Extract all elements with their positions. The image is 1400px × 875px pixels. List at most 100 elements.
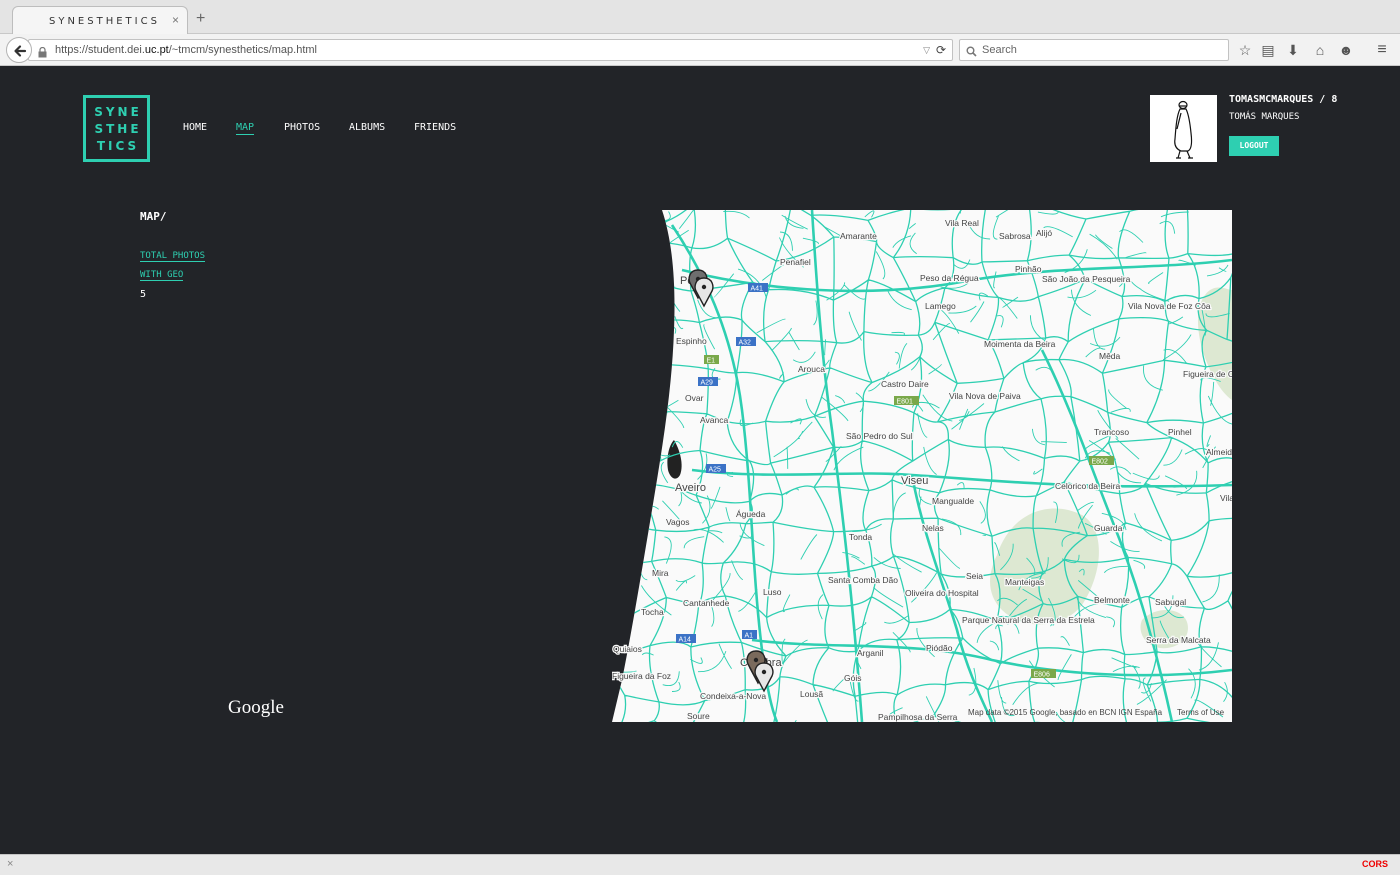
map-terms-link[interactable]: Terms of Use bbox=[1177, 708, 1224, 717]
lock-icon bbox=[38, 45, 47, 63]
map-label: Pampilhosa da Serra bbox=[878, 712, 958, 722]
hello-chat-icon[interactable]: ☻ bbox=[1337, 41, 1355, 59]
browser-tab-bar: SYNESTHETICS × + bbox=[0, 0, 1400, 35]
search-icon bbox=[966, 44, 977, 62]
stats-label-with-geo[interactable]: WITH GEO bbox=[140, 270, 184, 281]
map-label: Quiaios bbox=[613, 644, 642, 654]
url-path: /~tmcm/synesthetics/map.html bbox=[168, 44, 317, 56]
map-label: Serra da Malcata bbox=[1146, 635, 1211, 645]
tab-title: SYNESTHETICS bbox=[49, 16, 160, 27]
map-label: Seia bbox=[966, 571, 983, 581]
logo-line: STHE bbox=[94, 122, 142, 136]
search-bar[interactable]: Search bbox=[959, 39, 1229, 61]
map-label: Vagos bbox=[666, 517, 689, 527]
map-label: Piódão bbox=[926, 643, 953, 653]
search-placeholder: Search bbox=[982, 44, 1017, 56]
map-label: Pinhão bbox=[1015, 264, 1042, 274]
avatar[interactable] bbox=[1150, 95, 1217, 162]
hamburger-menu-icon[interactable]: ≡ bbox=[1373, 41, 1391, 59]
logo-text: SYNE STHE TICS bbox=[86, 104, 147, 155]
road-shield: A14 bbox=[679, 637, 692, 644]
map-label: Mira bbox=[652, 568, 669, 578]
road-shield: E806 bbox=[1034, 672, 1050, 679]
map-label: Vila Nova de Paiva bbox=[949, 391, 1021, 401]
logo-line: TICS bbox=[96, 139, 140, 153]
road-shield: E1 bbox=[707, 358, 716, 365]
map-label: Almeida bbox=[1206, 447, 1232, 457]
road-shield: A29 bbox=[701, 380, 714, 387]
home-icon[interactable]: ⌂ bbox=[1311, 41, 1329, 59]
back-arrow-icon bbox=[14, 45, 27, 57]
url-bar[interactable]: https://student.dei.uc.pt/~tmcm/synesthe… bbox=[28, 39, 953, 61]
map-label: Tonda bbox=[849, 532, 872, 542]
map-label: Alijó bbox=[1036, 228, 1052, 238]
map-label: Mangualde bbox=[932, 496, 974, 506]
browser-status-bar: × CORS bbox=[0, 854, 1400, 875]
map-label: Figueira da Foz bbox=[612, 671, 671, 681]
cors-indicator[interactable]: CORS bbox=[1362, 859, 1388, 869]
map-label: Ovar bbox=[685, 393, 704, 403]
nav-item-map[interactable]: MAP bbox=[236, 122, 255, 135]
map-label: Góis bbox=[844, 673, 861, 683]
nav-item-albums[interactable]: ALBUMS bbox=[349, 122, 385, 133]
tab-close-icon[interactable]: × bbox=[172, 13, 179, 27]
reload-icon[interactable]: ⟳ bbox=[936, 43, 946, 57]
map-label: São Pedro do Sul bbox=[846, 431, 913, 441]
map-label: Condeixa-a-Nova bbox=[700, 691, 766, 701]
stats-label-total-photos[interactable]: TOTAL PHOTOS bbox=[140, 251, 206, 262]
map-label: Vilar bbox=[1220, 493, 1232, 503]
map-label: Pinhel bbox=[1168, 427, 1192, 437]
road-shield: E801 bbox=[897, 399, 913, 406]
map-label: Cantanhede bbox=[683, 598, 730, 608]
map-label: Sabrosa bbox=[999, 231, 1031, 241]
back-button[interactable] bbox=[6, 37, 32, 63]
page-content: SYNE STHE TICS HOME MAP PHOTOS ALBUMS FRIENDS … bbox=[0, 67, 1400, 854]
map-label: Penafiel bbox=[780, 257, 811, 267]
nav-item-home[interactable]: HOME bbox=[183, 122, 207, 133]
map-label: Guarda bbox=[1094, 523, 1123, 533]
url-dropdown-icon[interactable]: ▽ bbox=[923, 45, 930, 56]
map-label: Peso da Régua bbox=[920, 273, 979, 283]
nav-item-photos[interactable]: PHOTOS bbox=[284, 122, 320, 133]
map-label: Santa Comba Dão bbox=[828, 575, 898, 585]
download-icon[interactable]: ⬇ bbox=[1284, 41, 1302, 59]
map-label: Lousã bbox=[800, 689, 823, 699]
nav-item-friends[interactable]: FRIENDS bbox=[414, 122, 456, 133]
url-text: https://student.dei.uc.pt/~tmcm/synesthe… bbox=[55, 44, 317, 56]
road-shield: A41 bbox=[751, 286, 764, 293]
stats-value: 5 bbox=[140, 289, 147, 300]
road-shield: A25 bbox=[709, 467, 722, 474]
map-label: Viseu bbox=[901, 475, 928, 487]
logout-button[interactable]: LOGOUT bbox=[1229, 136, 1279, 156]
road-shield: E802 bbox=[1092, 459, 1108, 466]
map-label: Moimenta da Beira bbox=[984, 339, 1056, 349]
map-label: Lamego bbox=[925, 301, 956, 311]
map-label: Mêda bbox=[1099, 351, 1121, 361]
map-label: Avanca bbox=[700, 415, 728, 425]
map-label: Trancoso bbox=[1094, 427, 1129, 437]
avatar-drawing-icon bbox=[1174, 100, 1193, 159]
map-label: Luso bbox=[763, 587, 782, 597]
road-shield: A32 bbox=[739, 340, 752, 347]
map-label: Espinho bbox=[676, 336, 707, 346]
map-attribution: Map data ©2015 Google, basado en BCN IGN… bbox=[968, 708, 1163, 717]
bookmark-star-icon[interactable]: ☆ bbox=[1236, 41, 1254, 59]
map-label: Vila Nova de Foz Côa bbox=[1128, 301, 1211, 311]
url-prefix: https://student.dei. bbox=[55, 44, 145, 56]
map-label: Castro Daire bbox=[881, 379, 929, 389]
profile-username[interactable]: TOMASMCMARQUES / 8 bbox=[1229, 94, 1337, 105]
new-tab-icon[interactable]: + bbox=[196, 10, 205, 28]
reading-list-icon[interactable]: ▤ bbox=[1259, 41, 1277, 59]
status-close-icon[interactable]: × bbox=[7, 858, 13, 870]
logo-line: SYNE bbox=[94, 105, 142, 119]
map-label: Arganil bbox=[857, 648, 884, 658]
page-title: MAP/ bbox=[140, 210, 167, 223]
map-label: Oliveira do Hospital bbox=[905, 588, 979, 598]
map-label: Amarante bbox=[840, 231, 877, 241]
browser-tab[interactable]: SYNESTHETICS × bbox=[12, 6, 188, 35]
map-label: Celorico da Beira bbox=[1055, 481, 1120, 491]
synesthetics-logo[interactable]: SYNE STHE TICS bbox=[83, 95, 150, 162]
map-label: Sabugal bbox=[1155, 597, 1186, 607]
map-canvas[interactable]: Vila Real Amarante Sabrosa Alijó Penafiel Pes… bbox=[612, 210, 1232, 722]
map-label: Manteigas bbox=[1005, 577, 1044, 587]
